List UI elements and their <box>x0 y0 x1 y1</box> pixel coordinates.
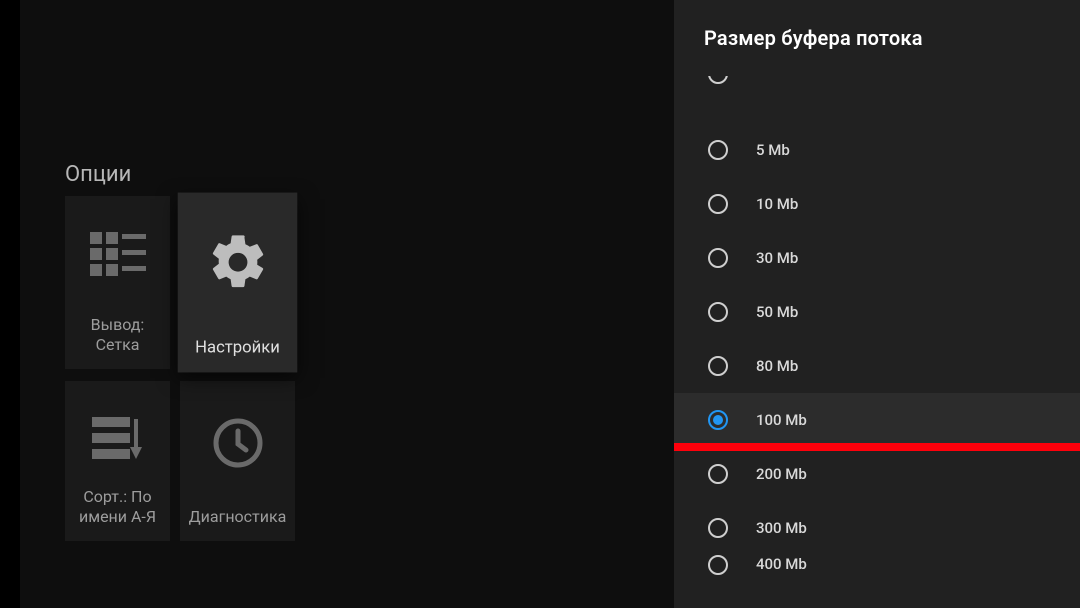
option-row-300mb[interactable]: 300 Mb <box>674 501 1080 555</box>
radio-icon <box>708 194 728 214</box>
option-row-50mb[interactable]: 50 Mb <box>674 285 1080 339</box>
option-label: 300 Mb <box>756 519 807 537</box>
clock-icon <box>212 417 264 469</box>
sort-icon <box>92 417 144 461</box>
radio-icon <box>708 248 728 268</box>
option-row-100mb[interactable]: 100 Mb <box>674 393 1080 447</box>
option-list: 5 Mb 10 Mb 30 Mb 50 Mb 80 Mb 100 Mb 200 … <box>674 76 1080 608</box>
radio-icon <box>708 555 728 575</box>
panel-title: Размер буфера потока <box>674 0 1080 50</box>
tile-diagnostics[interactable]: Диагностика <box>180 381 295 541</box>
option-label: 5 Mb <box>756 141 790 159</box>
option-label: 80 Mb <box>756 357 798 375</box>
tile-label-sort: Сорт.: По имени A-Я <box>79 487 156 527</box>
option-row-5mb[interactable]: 5 Mb <box>674 123 1080 177</box>
option-row-30mb[interactable]: 30 Mb <box>674 231 1080 285</box>
radio-icon <box>708 518 728 538</box>
radio-icon <box>708 410 728 430</box>
tile-output-grid[interactable]: Вывод: Сетка <box>65 196 170 369</box>
options-tiles: Вывод: Сетка Настройки Сорт.: По имени A… <box>65 196 295 541</box>
option-label: 30 Mb <box>756 249 798 267</box>
grid-icon <box>90 232 146 276</box>
option-label: 100 Mb <box>756 411 807 429</box>
radio-icon <box>708 356 728 376</box>
tile-label-output: Вывод: Сетка <box>91 315 145 355</box>
radio-icon <box>708 76 728 84</box>
option-row-80mb[interactable]: 80 Mb <box>674 339 1080 393</box>
radio-icon <box>708 302 728 322</box>
window-side-strip <box>0 0 20 608</box>
option-row-10mb[interactable]: 10 Mb <box>674 177 1080 231</box>
radio-icon <box>708 464 728 484</box>
option-row-200mb[interactable]: 200 Mb <box>674 447 1080 501</box>
highlight-bar <box>674 443 1080 451</box>
option-label: 200 Mb <box>756 465 807 483</box>
options-heading: Опции <box>65 162 131 187</box>
option-row-400mb[interactable]: 400 Mb <box>674 555 1080 585</box>
buffer-size-panel: Размер буфера потока 5 Mb 10 Mb 30 Mb 50… <box>674 0 1080 608</box>
option-label: 50 Mb <box>756 303 798 321</box>
option-label: 400 Mb <box>756 555 807 573</box>
tile-sort-name[interactable]: Сорт.: По имени A-Я <box>65 381 170 541</box>
tile-label-settings: Настройки <box>195 337 280 358</box>
tile-settings[interactable]: Настройки <box>178 193 298 373</box>
option-label: 10 Mb <box>756 195 798 213</box>
radio-icon <box>708 140 728 160</box>
tile-label-diagnostics: Диагностика <box>189 507 287 527</box>
gear-icon <box>205 230 269 294</box>
option-row-partial-top[interactable] <box>674 76 1080 123</box>
